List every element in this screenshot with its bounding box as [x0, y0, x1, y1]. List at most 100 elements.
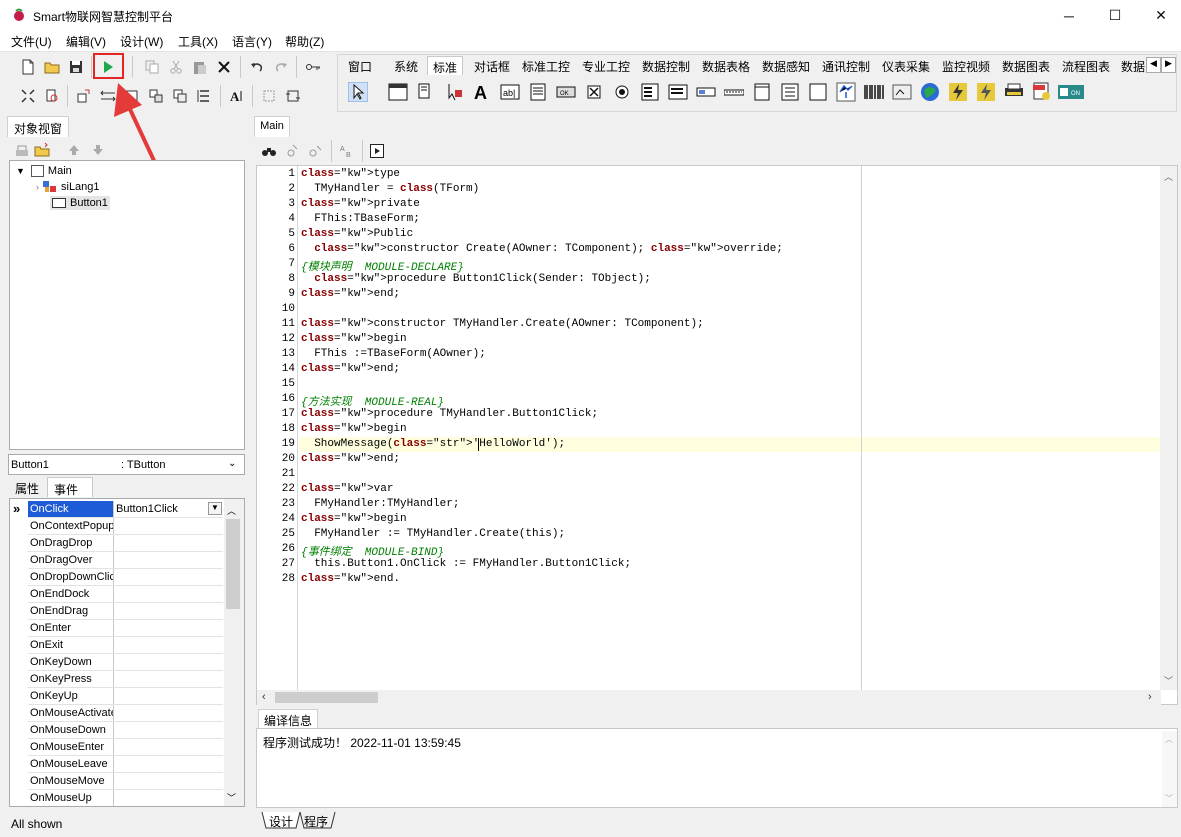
scroll-thumb[interactable] [275, 692, 378, 703]
code-line[interactable]: class="kw">constructor TMyHandler.Create… [301, 318, 704, 330]
editor-hscroll[interactable]: ‹ › [257, 690, 1161, 705]
info-scrollbar[interactable]: ︿ ﹀ [1162, 731, 1177, 807]
tab-design[interactable]: 设计 [269, 813, 293, 830]
checkbox-icon[interactable] [582, 80, 606, 104]
delete-icon[interactable] [213, 56, 235, 78]
close-button[interactable]: ✕ [1138, 0, 1181, 31]
menu-tools[interactable]: 工具(X) [178, 33, 218, 50]
radio-icon[interactable] [610, 80, 634, 104]
event-value[interactable] [114, 586, 223, 602]
tree-node-silang1[interactable]: › siLang1 [36, 181, 100, 193]
palette-tab[interactable]: 系统 [388, 56, 424, 75]
form-icon[interactable] [386, 80, 410, 104]
code-line[interactable]: class="kw">begin [301, 423, 407, 435]
event-row[interactable]: OnDropDownClick [28, 569, 223, 586]
palette-tab[interactable]: 数据感知 [758, 56, 814, 75]
code-line[interactable]: class="kw">private [301, 198, 420, 210]
scroll-right-icon[interactable]: ▶ [1161, 57, 1176, 73]
event-row[interactable]: OnKeyUp [28, 688, 223, 705]
font-icon[interactable]: A [225, 85, 247, 107]
groupbox-icon[interactable] [722, 80, 746, 104]
event-value[interactable] [114, 654, 223, 670]
event-value[interactable] [114, 552, 223, 568]
event-value[interactable] [114, 756, 223, 772]
hierarchy-icon[interactable] [11, 139, 33, 161]
code-line[interactable]: FThis:TBaseForm; [301, 213, 420, 225]
scroll-up-icon[interactable]: ︿ [1164, 170, 1173, 183]
key-icon[interactable] [302, 56, 324, 78]
code-line[interactable]: {方法实现 MODULE-REAL} [301, 393, 444, 409]
palette-tab[interactable]: 通讯控制 [818, 56, 874, 75]
code-line[interactable]: class="kw">Public [301, 228, 413, 240]
code-line[interactable]: class="kw">var [301, 483, 393, 495]
event-value[interactable] [114, 671, 223, 687]
code-line[interactable]: class="kw">constructor Create(AOwner: TC… [301, 243, 783, 255]
editor-tab-main[interactable]: Main [254, 116, 290, 137]
event-row[interactable]: OnEndDock [28, 586, 223, 603]
event-value[interactable] [114, 535, 223, 551]
menu-language[interactable]: 语言(Y) [232, 33, 272, 50]
align-grid-icon[interactable] [17, 85, 39, 107]
code-line[interactable]: TMyHandler = class(TForm) [301, 183, 479, 195]
chevron-down-icon[interactable]: ▼ [16, 166, 25, 176]
code-line[interactable]: {事件绑定 MODULE-BIND} [301, 543, 444, 559]
event-value[interactable] [114, 705, 223, 721]
palette-tab[interactable]: 窗口 [344, 56, 376, 75]
scroll-up-icon[interactable]: ︿ [227, 504, 236, 517]
event-value[interactable] [114, 688, 223, 704]
maximize-button[interactable]: ☐ [1092, 0, 1138, 31]
radiogroup-icon[interactable] [750, 80, 774, 104]
scroll-left-icon[interactable]: ‹ [262, 691, 266, 703]
code-line[interactable]: class="kw">end. [301, 573, 400, 585]
new-file-icon[interactable] [17, 56, 39, 78]
code-line[interactable]: class="kw">begin [301, 333, 407, 345]
event-value[interactable] [114, 790, 223, 806]
listbox-icon[interactable] [638, 80, 662, 104]
palette-tab[interactable]: 专业工控 [577, 56, 635, 75]
code-line[interactable]: class="kw">begin [301, 513, 407, 525]
event-value[interactable] [114, 518, 223, 534]
move-down-icon[interactable] [87, 139, 109, 161]
redo-icon[interactable] [270, 56, 292, 78]
image-icon[interactable] [806, 80, 830, 104]
panel-icon[interactable] [414, 80, 438, 104]
code-line[interactable]: class="kw">end; [301, 453, 400, 465]
code-line[interactable]: FThis :=TBaseForm(AOwner); [301, 348, 486, 360]
snap-icon[interactable] [282, 85, 304, 107]
scroll-down-icon[interactable]: ﹀ [227, 791, 236, 804]
event-row[interactable]: OnDragDrop [28, 535, 223, 552]
lightning2-icon[interactable] [946, 80, 970, 104]
event-value[interactable] [114, 620, 223, 636]
palette-tab[interactable]: 流程图表 [1058, 56, 1114, 75]
code-line[interactable]: class="kw">type [301, 168, 400, 180]
code-line[interactable]: ShowMessage(class="str">'HelloWorld'); [301, 438, 565, 450]
open-folder-icon[interactable] [41, 56, 63, 78]
event-row[interactable]: OnMouseUp [28, 790, 223, 806]
event-row[interactable]: OnMouseLeave [28, 756, 223, 773]
editor-vscroll[interactable]: ︿ ﹀ [1160, 166, 1177, 690]
save-icon[interactable] [65, 56, 87, 78]
tree-node-button1[interactable]: Button1 [50, 196, 110, 210]
chevron-down-icon[interactable]: ▼ [208, 502, 222, 515]
tree-node-main[interactable]: ▼ Main [16, 165, 72, 177]
combobox-icon[interactable] [666, 80, 690, 104]
event-value[interactable] [114, 637, 223, 653]
panel2-icon[interactable] [778, 80, 802, 104]
scroll-down-icon[interactable]: ﹀ [1165, 793, 1173, 804]
edit-icon[interactable]: ab| [498, 80, 522, 104]
event-value[interactable] [114, 603, 223, 619]
palette-tab[interactable]: 数据控制 [638, 56, 694, 75]
code-line[interactable]: this.Button1.OnClick := FMyHandler.Butto… [301, 558, 631, 570]
code-line[interactable]: FMyHandler := TMyHandler.Create(this); [301, 528, 565, 540]
scroll-thumb[interactable] [226, 519, 240, 609]
barcode-icon[interactable] [834, 80, 858, 104]
menu-edit[interactable]: 编辑(V) [66, 33, 106, 50]
printer-icon[interactable] [974, 80, 998, 104]
pointer-icon[interactable] [346, 80, 370, 104]
find-binoculars-icon[interactable] [258, 140, 280, 162]
chevron-down-icon[interactable]: ⌄ [228, 458, 236, 469]
scroll-up-icon[interactable]: ︿ [1165, 734, 1173, 745]
chart-icon[interactable] [862, 80, 886, 104]
palette-tab[interactable]: 标准 [427, 56, 463, 75]
cursor-icon[interactable] [442, 80, 466, 104]
